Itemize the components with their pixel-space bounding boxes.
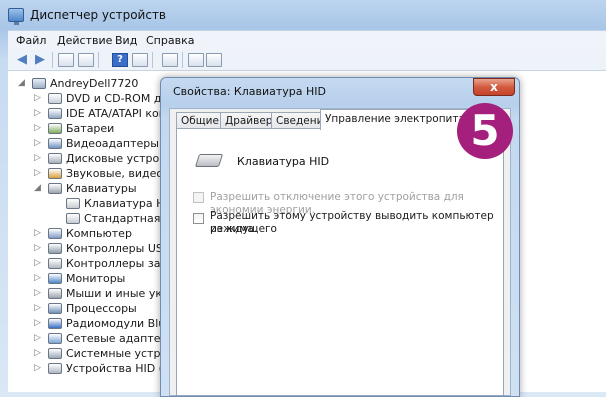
device-category-icon — [48, 348, 62, 359]
toolbar-separator — [52, 52, 53, 68]
dialog-body: Общие Драйвер Сведения Управление электр… — [169, 108, 511, 396]
device-category-icon — [66, 213, 80, 224]
device-category-icon — [48, 123, 62, 134]
tree-item-label: Батареи — [66, 122, 115, 135]
tab-driver[interactable]: Драйвер — [220, 112, 278, 129]
device-category-icon — [48, 333, 62, 344]
allow-wake-label-line2: режима. — [210, 223, 258, 235]
forward-icon[interactable]: ▶ — [32, 53, 48, 67]
window-title: Диспетчер устройств — [30, 8, 167, 22]
menu-help[interactable]: Справка — [146, 34, 194, 47]
device-category-icon — [48, 153, 62, 164]
expand-icon[interactable]: ▷ — [34, 123, 41, 133]
device-manager-icon — [8, 8, 24, 25]
expand-icon[interactable]: ▷ — [34, 318, 41, 328]
tree-item-label: Клавиатуры — [66, 182, 137, 195]
toolbar-separator — [182, 52, 183, 68]
allow-wake-checkbox[interactable] — [193, 213, 204, 224]
expand-icon[interactable]: ▷ — [34, 363, 41, 373]
power-management-panel: Клавиатура HID Разрешить отключение этог… — [176, 128, 504, 396]
device-category-icon — [48, 138, 62, 149]
help-icon[interactable]: ? — [112, 53, 128, 67]
expand-icon[interactable]: ▷ — [34, 288, 41, 298]
expand-icon[interactable]: ▷ — [34, 258, 41, 268]
toolbar-separator — [98, 52, 99, 68]
device-name: Клавиатура HID — [237, 155, 330, 168]
expand-icon[interactable]: ▷ — [34, 348, 41, 358]
device-category-icon — [48, 93, 62, 104]
device-category-icon — [48, 363, 62, 374]
device-category-icon — [48, 288, 62, 299]
keyboard-icon — [194, 154, 224, 167]
expand-icon[interactable]: ▷ — [34, 228, 41, 238]
expand-icon[interactable]: ▷ — [34, 333, 41, 343]
tree-item-label: Видеоадаптеры — [66, 137, 159, 150]
expand-icon[interactable]: ▷ — [34, 243, 41, 253]
device-category-icon — [48, 303, 62, 314]
title-bar: Диспетчер устройств — [0, 0, 606, 32]
device-category-icon — [48, 243, 62, 254]
menu-bar: Файл Действие Вид Справка — [8, 30, 606, 51]
properties-icon[interactable] — [78, 53, 94, 67]
device-category-icon — [48, 228, 62, 239]
uninstall-device-icon[interactable] — [206, 53, 222, 67]
device-category-icon — [48, 168, 62, 179]
menu-file[interactable]: Файл — [16, 34, 46, 47]
tree-item-label: Контроллеры USB — [66, 242, 171, 255]
tree-item-label: Процессоры — [66, 302, 137, 315]
step-number-badge: 5 — [457, 103, 513, 159]
device-category-icon — [48, 318, 62, 329]
collapse-icon[interactable]: ◢ — [18, 78, 25, 88]
tab-general[interactable]: Общие — [176, 112, 224, 129]
allow-power-off-checkbox[interactable] — [193, 192, 204, 203]
expand-icon[interactable]: ▷ — [34, 168, 41, 178]
expand-icon[interactable]: ▷ — [34, 273, 41, 283]
show-hidden-icon[interactable] — [132, 53, 148, 67]
menu-view[interactable]: Вид — [115, 34, 137, 47]
expand-icon[interactable]: ▷ — [34, 108, 41, 118]
toolbar-separator — [152, 52, 153, 68]
device-category-icon — [48, 273, 62, 284]
menu-action[interactable]: Действие — [57, 34, 112, 47]
computer-icon — [32, 78, 46, 89]
expand-icon[interactable]: ▷ — [34, 138, 41, 148]
update-driver-icon[interactable] — [188, 53, 204, 67]
expand-icon[interactable]: ▷ — [34, 93, 41, 103]
device-category-icon — [66, 198, 80, 209]
collapse-icon[interactable]: ◢ — [34, 183, 41, 193]
toolbar: ◀ ▶ ? — [8, 50, 606, 71]
tree-root-label: AndreyDell7720 — [50, 77, 139, 90]
device-category-icon — [48, 108, 62, 119]
close-button[interactable]: x — [473, 78, 515, 96]
scan-hardware-icon[interactable] — [162, 53, 178, 67]
dialog-title: Свойства: Клавиатура HID — [173, 85, 327, 98]
tree-item-label: Мониторы — [66, 272, 126, 285]
tree-view-icon[interactable] — [58, 53, 74, 67]
tree-item-label: Компьютер — [66, 227, 132, 240]
back-icon[interactable]: ◀ — [14, 53, 30, 67]
expand-icon[interactable]: ▷ — [34, 153, 41, 163]
device-category-icon — [48, 183, 62, 194]
expand-icon[interactable]: ▷ — [34, 303, 41, 313]
device-category-icon — [48, 258, 62, 269]
